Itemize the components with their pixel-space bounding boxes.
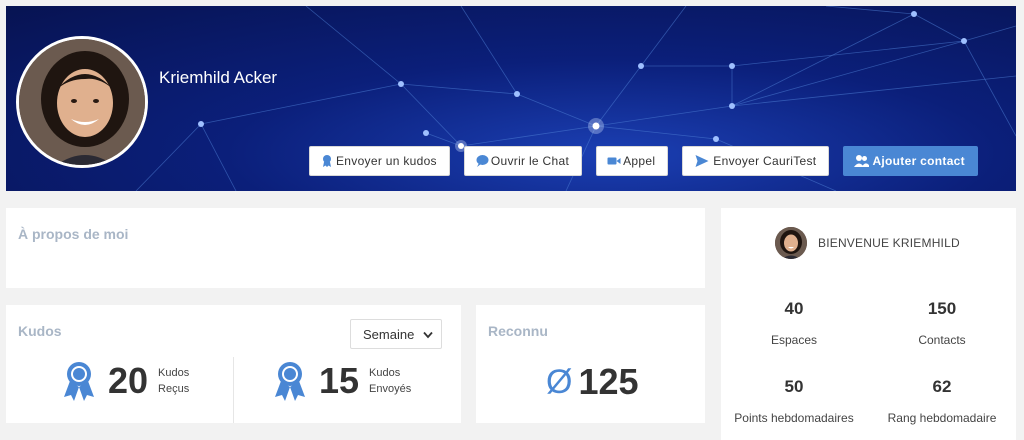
open-chat-button[interactable]: Ouvrir le Chat <box>463 146 583 176</box>
call-label: Appel <box>623 154 656 168</box>
send-cauritest-button[interactable]: Envoyer CauriTest <box>682 146 830 176</box>
stat-weekly-rank-label: Rang hebdomadaire <box>887 411 997 425</box>
stat-spaces[interactable]: 40 Espaces <box>724 299 864 347</box>
kudos-received-value: 20 <box>108 360 149 401</box>
chevron-down-icon <box>423 331 433 339</box>
about-title: À propos de moi <box>18 226 129 242</box>
call-button[interactable]: Appel <box>596 146 669 176</box>
add-contact-button[interactable]: Ajouter contact <box>843 146 978 176</box>
reconnu-title: Reconnu <box>488 323 548 339</box>
user-photo <box>775 227 807 259</box>
stat-contacts[interactable]: 150 Contacts <box>872 299 1012 347</box>
profile-name: Kriemhild Acker <box>159 68 278 87</box>
user-avatar[interactable] <box>775 227 807 259</box>
kudos-sent-value: 15 <box>319 360 360 401</box>
kudos-divider <box>233 357 234 423</box>
send-cauritest-label: Envoyer CauriTest <box>713 154 817 168</box>
period-select[interactable]: Semaine <box>350 319 442 349</box>
kudos-card: Kudos Semaine 20 Kudos Reçus 15 Kudos En… <box>6 305 461 423</box>
reconnu-card: Reconnu Ø 125 <box>476 305 705 423</box>
stat-spaces-value: 40 <box>784 299 804 318</box>
send-kudos-button[interactable]: Envoyer un kudos <box>309 146 450 176</box>
welcome-greeting: BIENVENUE KRIEMHILD <box>818 236 960 250</box>
stat-contacts-label: Contacts <box>918 333 966 347</box>
about-card: À propos de moi <box>6 208 705 288</box>
reconnu-value: 125 <box>578 361 639 402</box>
kudos-sent-label: Kudos Envoyés <box>369 365 411 397</box>
chat-bubble-icon <box>476 155 489 167</box>
ribbon-icon <box>323 155 331 167</box>
send-kudos-label: Envoyer un kudos <box>336 154 437 168</box>
kudos-title: Kudos <box>18 323 62 339</box>
period-select-value: Semaine <box>363 326 415 342</box>
paper-plane-icon <box>695 155 709 167</box>
stat-weekly-points-label: Points hebdomadaires <box>734 411 854 425</box>
stat-spaces-label: Espaces <box>770 333 818 347</box>
kudos-received: 20 Kudos Reçus <box>62 360 189 402</box>
stat-contacts-value: 150 <box>927 299 957 318</box>
stat-weekly-rank[interactable]: 62 Rang hebdomadaire <box>872 377 1012 425</box>
open-chat-label: Ouvrir le Chat <box>490 154 570 168</box>
kudos-received-label-line1: Kudos <box>158 367 190 379</box>
add-users-icon <box>854 155 870 167</box>
video-camera-icon <box>607 157 621 165</box>
kudos-sent-label-line1: Kudos <box>369 367 401 379</box>
ribbon-icon <box>64 362 94 401</box>
kudos-sent-label-line2: Envoyés <box>369 383 412 395</box>
profile-avatar <box>16 36 148 168</box>
kudos-received-label-line2: Reçus <box>158 383 190 395</box>
average-symbol-icon: Ø <box>546 362 573 401</box>
profile-banner: Kriemhild Acker Envoyer un kudos Ouvrir … <box>6 6 1016 191</box>
kudos-sent: 15 Kudos Envoyés <box>273 360 411 402</box>
ribbon-icon <box>275 362 305 401</box>
add-contact-label: Ajouter contact <box>872 154 965 168</box>
welcome-header: BIENVENUE KRIEMHILD <box>775 227 960 259</box>
profile-actions: Envoyer un kudos Ouvrir le Chat Appel En… <box>309 146 978 176</box>
stat-weekly-points[interactable]: 50 Points hebdomadaires <box>724 377 864 425</box>
profile-photo <box>19 39 145 165</box>
stat-weekly-rank-value: 62 <box>932 377 952 396</box>
welcome-card: BIENVENUE KRIEMHILD 40 Espaces 150 Conta… <box>721 208 1016 440</box>
stat-weekly-points-value: 50 <box>784 377 804 396</box>
reconnu-value-group: Ø 125 <box>546 361 639 403</box>
kudos-received-label: Kudos Reçus <box>158 365 189 397</box>
